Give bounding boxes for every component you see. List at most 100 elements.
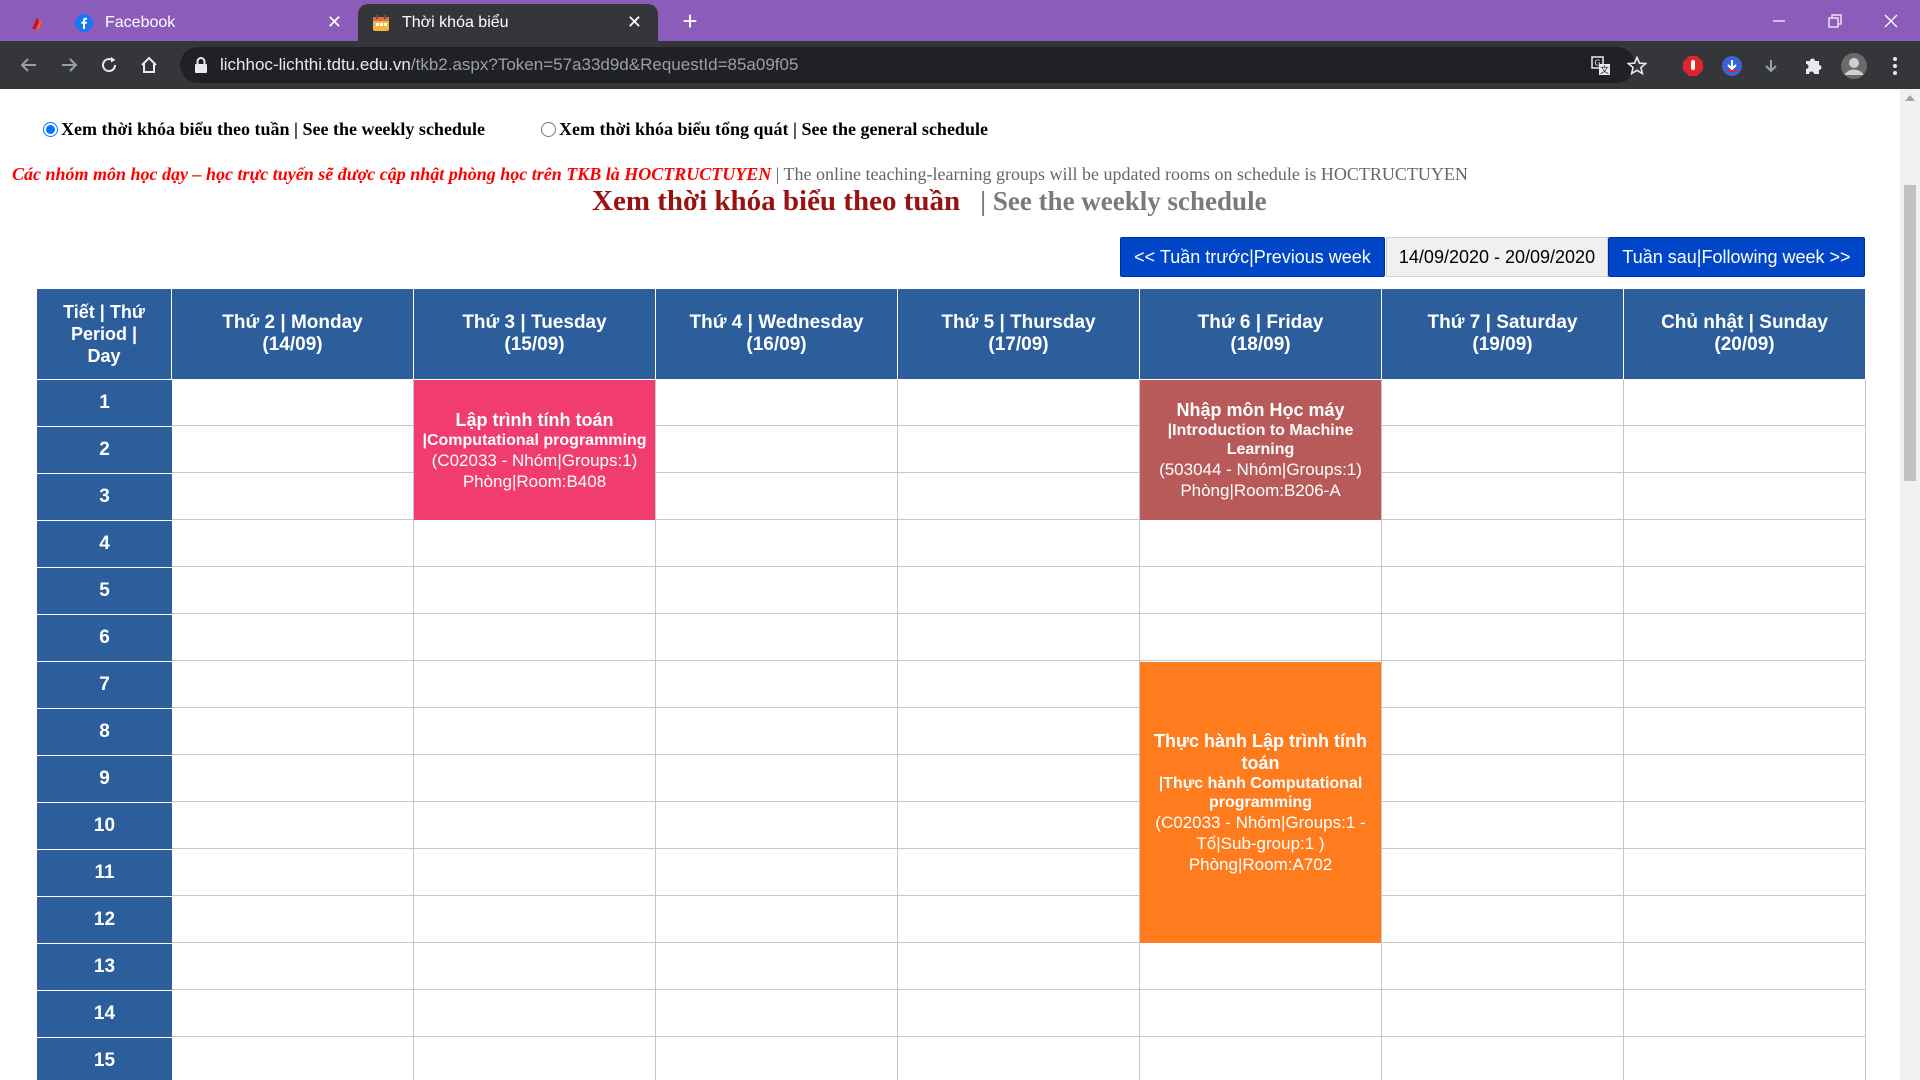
tab-pinned[interactable] [0, 4, 65, 41]
home-icon[interactable] [133, 49, 165, 81]
general-view-option[interactable]: Xem thời khóa biểu tổng quát | See the g… [541, 119, 988, 140]
facebook-icon [75, 13, 93, 32]
course-code: (C02033 - Nhóm|Groups:1) [431, 450, 638, 470]
menu-icon[interactable] [1882, 53, 1908, 79]
schedule-cell [1140, 943, 1382, 990]
tab-schedule[interactable]: Thời khóa biểu ✕ [358, 4, 658, 41]
schedule-cell [656, 990, 898, 1037]
download-arrow-icon[interactable] [1758, 53, 1784, 79]
course-block[interactable]: Nhập môn Học máy |Introduction to Machine… [1140, 380, 1381, 520]
course-block[interactable]: Lập trình tính toán |Computational progra… [414, 380, 655, 520]
scroll-up-arrow-icon[interactable] [1905, 95, 1915, 101]
download-status-extension-icon[interactable] [1719, 53, 1745, 79]
following-week-button[interactable]: Tuần sau|Following week >> [1608, 237, 1865, 277]
schedule-cell [656, 708, 898, 755]
day-name: Thứ 6 | Friday [1197, 312, 1324, 333]
tab-facebook[interactable]: Facebook ✕ [63, 4, 359, 41]
address-bar[interactable]: lichhoc-lichthi.tdtu.edu.vn/tkb2.aspx?To… [180, 47, 1647, 83]
course-name: Nhập môn Học máy [1176, 400, 1345, 420]
period-number: 7 [37, 661, 172, 708]
adblock-extension-icon[interactable] [1680, 53, 1706, 79]
puzzle-icon[interactable] [1800, 53, 1826, 79]
day-date: (15/09) [504, 334, 565, 355]
schedule-cell [1140, 1037, 1382, 1080]
schedule-cell [414, 802, 656, 849]
schedule-cell [1382, 849, 1624, 896]
schedule-cell [1624, 708, 1866, 755]
day-name: Thứ 5 | Thursday [941, 312, 1096, 333]
schedule-cell [172, 943, 414, 990]
day-header: Thứ 4 | Wednesday (16/09) [656, 289, 898, 379]
schedule-cell [1382, 943, 1624, 990]
day-name: Thứ 4 | Wednesday [689, 312, 864, 333]
schedule-cell [172, 990, 414, 1037]
course-english-name: |Thực hành Computational programming [1158, 775, 1363, 811]
schedule-cell [172, 520, 414, 567]
tab-title: Facebook [105, 13, 176, 31]
schedule-cell [172, 426, 414, 473]
schedule-cell [898, 849, 1140, 896]
schedule-cell [414, 567, 656, 614]
schedule-cell [414, 708, 656, 755]
page-title: Xem thời khóa biểu theo tuần | See the we… [592, 185, 1267, 218]
scroll-thumb[interactable] [1904, 185, 1916, 481]
course-room: Phòng|Room:B408 [462, 471, 607, 491]
calendar-icon [372, 14, 390, 32]
schedule-cell [1624, 755, 1866, 802]
schedule-cell [1624, 567, 1866, 614]
schedule-cell [656, 473, 898, 520]
course-code: (503044 - Nhóm|Groups:1) [1159, 460, 1362, 479]
restore-icon[interactable] [1806, 0, 1864, 41]
tab-title: Thời khóa biểu [402, 13, 509, 31]
schedule-cell [898, 614, 1140, 661]
weekly-view-option[interactable]: Xem thời khóa biểu theo tuần | See the w… [43, 119, 485, 140]
translate-icon[interactable]: 文G [1590, 55, 1612, 77]
day-date: (16/09) [746, 334, 807, 355]
weekly-view-label: Xem thời khóa biểu theo tuần | See the w… [61, 119, 485, 139]
period-number: 1 [37, 379, 172, 426]
day-name: Thứ 2 | Monday [222, 312, 363, 333]
avatar-icon[interactable] [1841, 53, 1867, 79]
schedule-cell [898, 426, 1140, 473]
day-date: (19/09) [1472, 334, 1533, 355]
general-view-radio[interactable] [541, 122, 556, 137]
schedule-cell [656, 755, 898, 802]
close-tab-icon[interactable]: ✕ [627, 13, 642, 31]
schedule-cell [1382, 708, 1624, 755]
schedule-cell [172, 755, 414, 802]
schedule-cell [1382, 614, 1624, 661]
schedule-cell [1624, 943, 1866, 990]
minimize-icon[interactable] [1750, 0, 1808, 41]
page-title-vi: Xem thời khóa biểu theo tuần [592, 185, 961, 217]
schedule-cell [656, 802, 898, 849]
schedule-cell [1624, 849, 1866, 896]
close-window-icon[interactable] [1862, 0, 1920, 41]
tab-strip: Facebook ✕ Thời khóa biểu ✕ + [0, 0, 1920, 41]
schedule-cell [898, 567, 1140, 614]
previous-week-button[interactable]: << Tuần trước|Previous week [1120, 237, 1385, 277]
schedule-cell [172, 1037, 414, 1080]
period-number: 10 [37, 802, 172, 849]
week-range: 14/09/2020 - 20/09/2020 [1386, 237, 1608, 277]
new-tab-icon[interactable]: + [674, 6, 706, 38]
page-scrollbar[interactable] [1900, 89, 1920, 1080]
schedule-cell [414, 520, 656, 567]
lock-icon[interactable] [194, 56, 208, 79]
forward-arrow-icon[interactable] [53, 49, 85, 81]
period-number: 15 [37, 1037, 172, 1080]
close-tab-icon[interactable]: ✕ [327, 13, 342, 31]
reload-icon[interactable] [93, 49, 125, 81]
app-favicon-icon [28, 14, 46, 32]
schedule-cell [1624, 990, 1866, 1037]
day-header: Thứ 5 | Thursday (17/09) [898, 289, 1140, 379]
weekly-view-radio[interactable] [43, 122, 58, 137]
schedule-cell [1382, 755, 1624, 802]
day-date: (14/09) [262, 334, 323, 355]
course-block[interactable]: Thực hành Lập trình tính toán |Thực hành … [1140, 662, 1381, 943]
schedule-cell [898, 661, 1140, 708]
star-icon[interactable] [1626, 55, 1648, 77]
course-room: Phòng|Room:A702 [1188, 855, 1333, 874]
period-header-line: Day [87, 346, 121, 366]
back-arrow-icon[interactable] [13, 49, 45, 81]
period-number: 8 [37, 708, 172, 755]
